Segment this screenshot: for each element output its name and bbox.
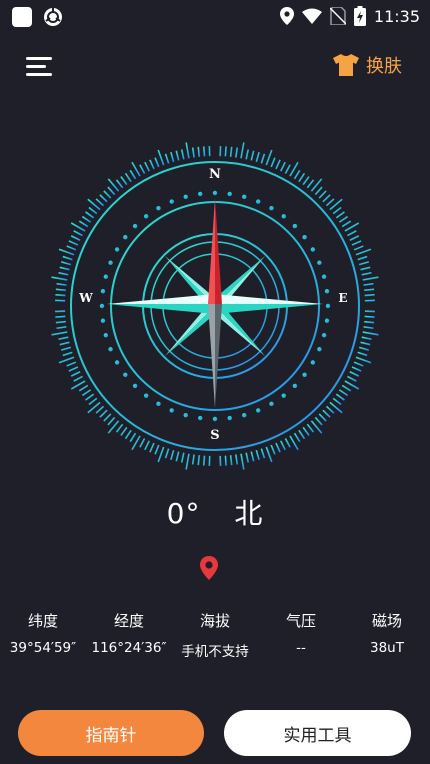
compass-north-label: N xyxy=(209,167,221,182)
longitude-label: 经度 xyxy=(113,612,144,630)
status-bar: 11:35 xyxy=(0,0,430,34)
status-time: 11:35 xyxy=(373,6,420,26)
tools-tab-button[interactable]: 实用工具 xyxy=(224,710,411,756)
magnetic-field-value: 38uT xyxy=(370,640,404,656)
longitude-value: 116°24′36″ xyxy=(91,640,167,656)
skin-button[interactable]: 换肤 xyxy=(332,52,402,78)
compass-south-label: S xyxy=(210,428,219,443)
pressure-value: -- xyxy=(296,640,306,656)
compass-tab-button[interactable]: 指南针 xyxy=(18,710,204,756)
pressure-label: 气压 xyxy=(285,612,316,630)
compass-dial: N E S W xyxy=(45,136,385,476)
heading-direction: 北 xyxy=(234,497,264,530)
compass-west-label: W xyxy=(78,291,93,305)
skin-label: 换肤 xyxy=(366,56,402,77)
magnetic-field-label: 磁场 xyxy=(371,612,402,630)
no-sim-icon xyxy=(329,7,346,25)
hamburger-menu-icon[interactable] xyxy=(26,54,54,78)
altitude-label: 海拔 xyxy=(199,612,230,630)
info-labels-row: 纬度 经度 海拔 气压 磁场 xyxy=(0,610,430,631)
latitude-value: 39°54′59″ xyxy=(9,640,77,656)
latitude-label: 纬度 xyxy=(27,612,58,630)
wifi-icon xyxy=(301,8,322,24)
tshirt-icon xyxy=(333,54,359,76)
compass-east-label: E xyxy=(338,291,347,305)
battery-charging-icon xyxy=(353,6,366,26)
heading-readout: 0° 北 xyxy=(0,492,430,532)
compass-needle xyxy=(208,198,222,408)
info-values-row: 39°54′59″ 116°24′36″ 手机不支持 -- 38uT xyxy=(0,640,430,660)
location-pin-icon xyxy=(200,556,218,580)
top-header: 换肤 xyxy=(0,44,430,90)
app-square-icon xyxy=(12,7,32,27)
bottom-nav: 指南针 实用工具 xyxy=(0,710,430,758)
heading-degrees: 0° xyxy=(166,497,201,530)
altitude-value: 手机不支持 xyxy=(181,644,249,660)
location-icon xyxy=(279,7,294,25)
sync-icon xyxy=(44,8,62,26)
